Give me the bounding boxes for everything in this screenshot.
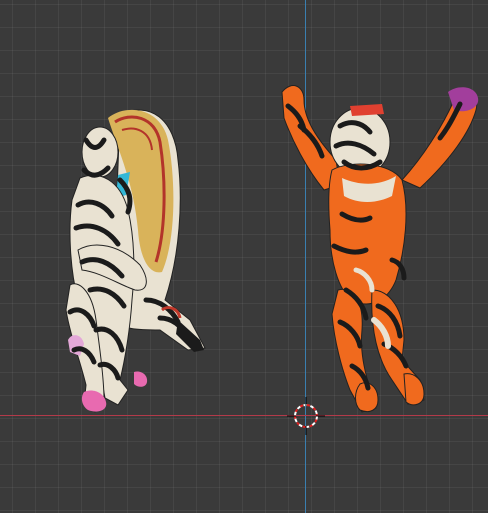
left-dancer-figure[interactable] [65, 109, 206, 413]
scene-objects [65, 85, 479, 413]
right-dancer-figure[interactable] [281, 85, 479, 413]
3d-viewport[interactable] [0, 0, 488, 513]
3d-cursor-icon[interactable] [287, 397, 325, 435]
